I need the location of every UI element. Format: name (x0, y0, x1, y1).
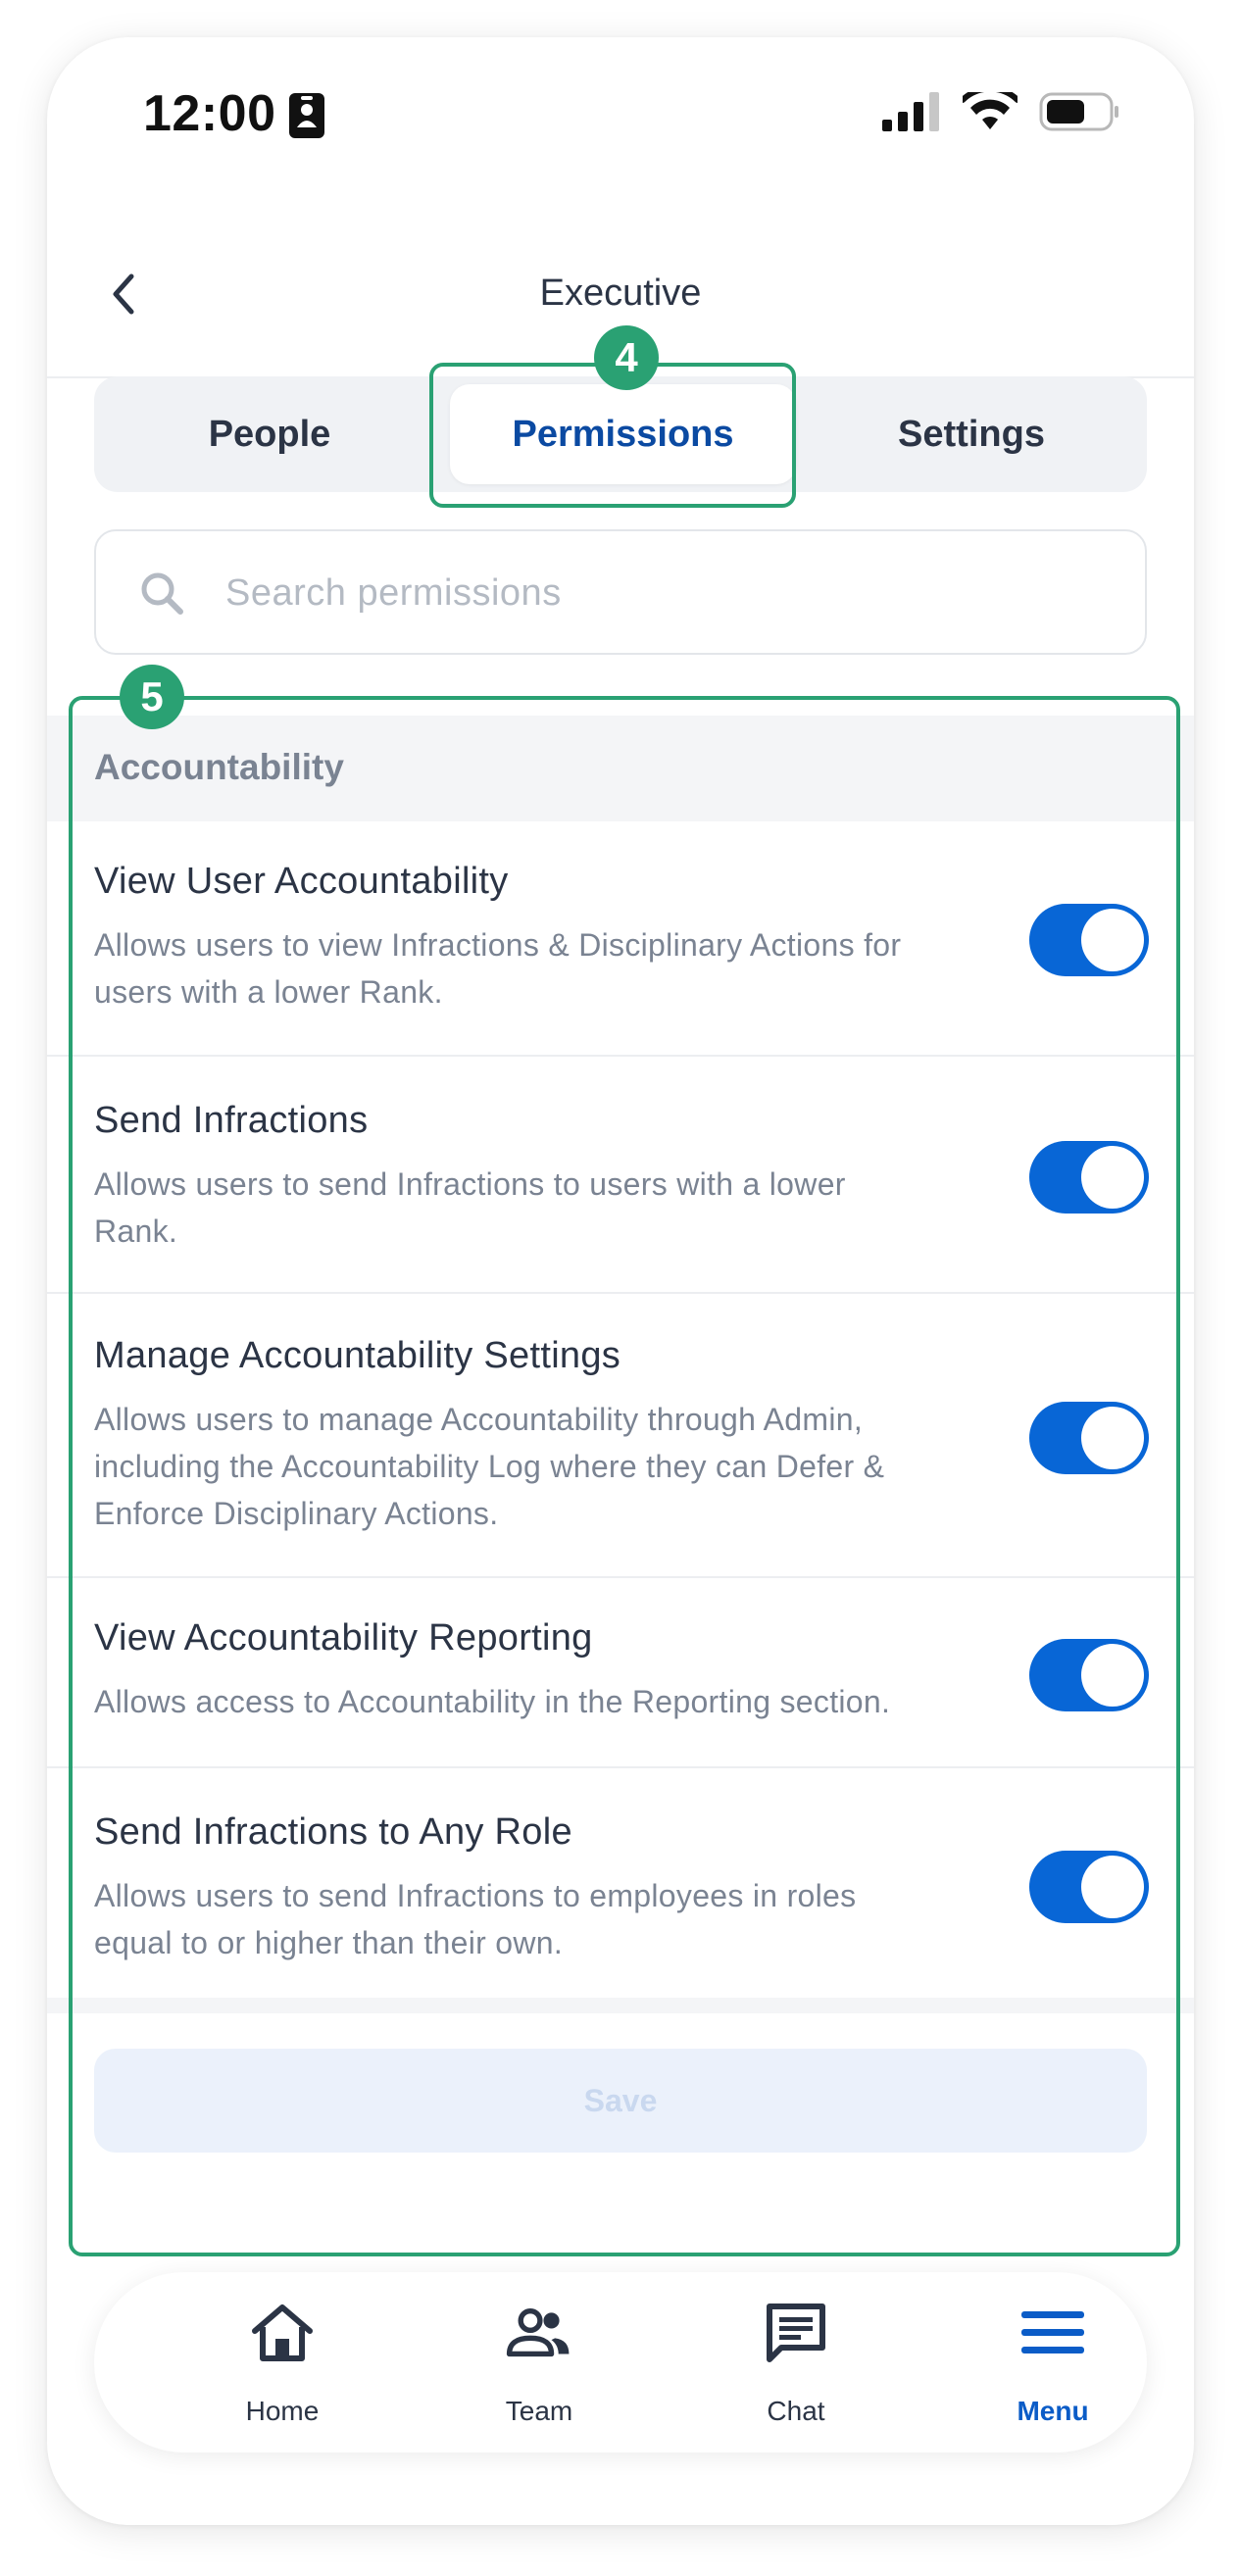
page-title: Executive (539, 272, 702, 314)
annotation-badge-5: 5 (120, 665, 184, 729)
search-icon (141, 572, 183, 615)
search-input[interactable] (223, 561, 1090, 625)
annotation-badge-4: 4 (594, 325, 659, 390)
status-icons (882, 92, 1119, 131)
id-card-icon (288, 92, 325, 144)
tab-settings[interactable]: Settings (796, 376, 1147, 492)
wifi-icon (963, 92, 1018, 129)
signal-icon (882, 92, 939, 131)
nav-label: Home (245, 2396, 320, 2426)
status-time: 12:00 (143, 85, 276, 142)
nav-chat[interactable]: Chat (698, 2272, 894, 2452)
phone-screen: 12:00 Executive People Permissions Setti… (47, 37, 1194, 2525)
bottom-nav: Home Team Chat Menu (94, 2272, 1147, 2452)
team-icon (506, 2300, 572, 2366)
nav-label: Chat (767, 2396, 825, 2426)
home-icon (249, 2300, 316, 2366)
battery-icon (1039, 92, 1118, 131)
nav-home[interactable]: Home (184, 2272, 380, 2452)
nav-menu[interactable]: Menu (955, 2272, 1151, 2452)
chat-icon (763, 2300, 829, 2366)
nav-label: Team (505, 2396, 573, 2426)
nav-team[interactable]: Team (441, 2272, 637, 2452)
tab-people[interactable]: People (94, 376, 445, 492)
menu-icon (1019, 2300, 1086, 2366)
nav-label: Menu (1017, 2396, 1089, 2426)
annotation-outline-list (69, 696, 1180, 2256)
search-box (94, 529, 1147, 655)
